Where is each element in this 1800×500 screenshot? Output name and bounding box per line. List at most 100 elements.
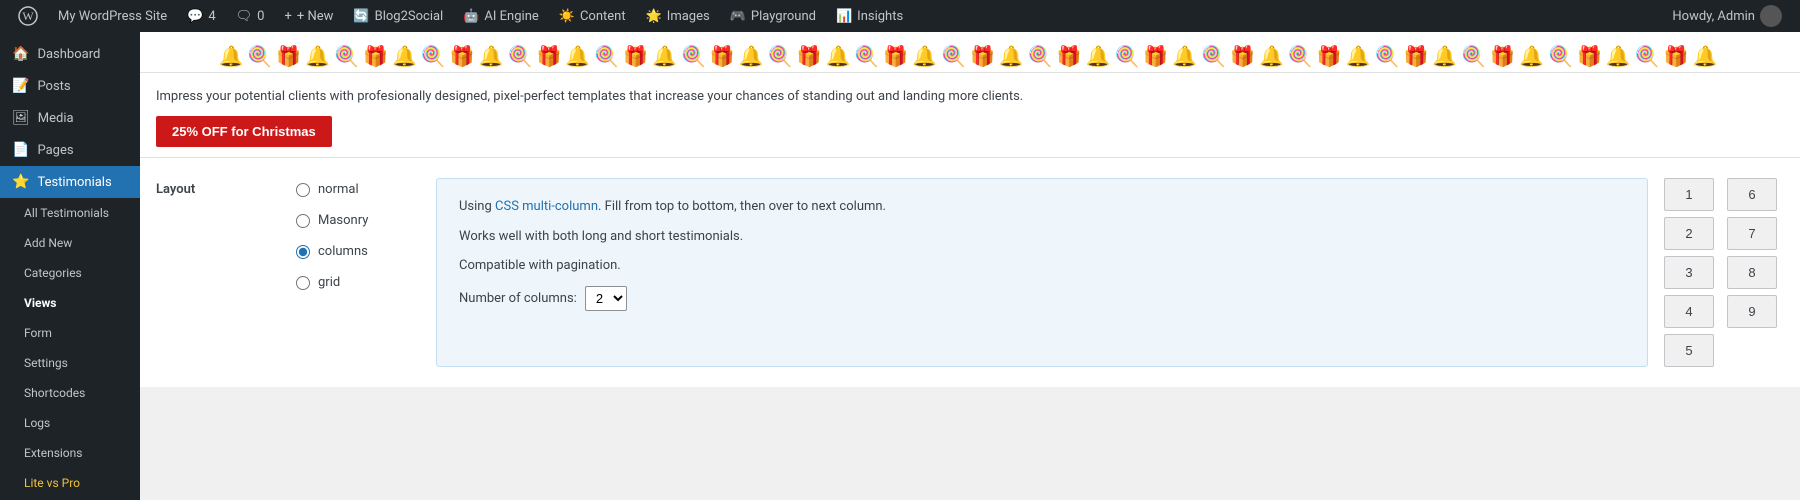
sidebar: 🏠 Dashboard 📝 Posts 🖼 Media 📄 Pages ⭐ Te… — [0, 32, 140, 500]
sidebar-item-settings[interactable]: Settings — [0, 348, 140, 378]
radio-columns[interactable] — [296, 245, 310, 259]
posts-label: Posts — [37, 79, 70, 94]
media-icon: 🖼 — [12, 110, 30, 126]
col-btn-1[interactable]: 1 — [1664, 178, 1714, 211]
blog2social-icon: 🔄 — [353, 9, 369, 24]
content-label: Content — [580, 9, 626, 24]
plus-icon: + — [284, 9, 291, 24]
insights-icon: 📊 — [836, 9, 852, 24]
blog2social-label: Blog2Social — [375, 9, 444, 24]
desc-line1-post: . Fill from top to bottom, then over to … — [598, 199, 886, 214]
layout-label: Layout — [156, 178, 276, 367]
col-btn-3[interactable]: 3 — [1664, 256, 1714, 289]
dashboard-label: Dashboard — [37, 47, 100, 62]
christmas-button[interactable]: 25% OFF for Christmas — [156, 116, 332, 147]
col-btn-6[interactable]: 6 — [1727, 178, 1777, 211]
wp-logo[interactable]: W — [8, 6, 48, 26]
radio-normal[interactable] — [296, 183, 310, 197]
desc-line1-pre: Using — [459, 199, 495, 214]
sidebar-item-all-testimonials[interactable]: All Testimonials — [0, 198, 140, 228]
new-label: + New — [297, 9, 334, 24]
images-icon: 🌟 — [646, 9, 662, 24]
ai-engine-icon: 🤖 — [463, 9, 479, 24]
images-menu[interactable]: 🌟 Images — [636, 0, 720, 32]
radio-grid[interactable] — [296, 276, 310, 290]
media-label: Media — [38, 111, 74, 126]
form-label: Form — [24, 326, 52, 340]
testimonials-icon: ⭐ — [12, 174, 29, 190]
categories-label: Categories — [24, 266, 82, 280]
posts-icon: 📝 — [12, 78, 29, 94]
desc-line3: Compatible with pagination. — [459, 256, 1625, 276]
pages-label: Pages — [37, 143, 73, 158]
main-content: 🔔🍭🎁🔔🍭🎁🔔🍭🎁🔔🍭🎁🔔🍭🎁🔔🍭🎁🔔🍭🎁🔔🍭🎁🔔🍭🎁🔔🍭🎁🔔🍭🎁🔔🍭🎁🔔🍭🎁🔔… — [140, 32, 1800, 500]
column-buttons: 1 6 2 7 3 8 4 9 5 — [1664, 178, 1784, 367]
sidebar-item-form[interactable]: Form — [0, 318, 140, 348]
lite-vs-pro-label: Lite vs Pro — [24, 476, 80, 490]
layout-section: Layout normal Masonry columns — [140, 157, 1800, 387]
css-multi-column-link[interactable]: CSS multi-column — [495, 199, 598, 214]
sidebar-item-extensions[interactable]: Extensions — [0, 438, 140, 468]
sidebar-item-testimonials[interactable]: ⭐ Testimonials — [0, 166, 140, 198]
label-masonry: Masonry — [318, 213, 368, 228]
desc-line1: Using CSS multi-column. Fill from top to… — [459, 197, 1625, 217]
sidebar-item-logs[interactable]: Logs — [0, 408, 140, 438]
blog2social-menu[interactable]: 🔄 Blog2Social — [343, 0, 453, 32]
comment-count: 4 — [208, 9, 215, 24]
sidebar-item-categories[interactable]: Categories — [0, 258, 140, 288]
sidebar-item-media[interactable]: 🖼 Media — [0, 102, 140, 134]
label-grid: grid — [318, 275, 340, 290]
sidebar-item-views[interactable]: Views — [0, 288, 140, 318]
layout-option-grid[interactable]: grid — [296, 275, 416, 290]
sidebar-item-dashboard[interactable]: 🏠 Dashboard — [0, 38, 140, 70]
site-name[interactable]: My WordPress Site — [48, 0, 177, 32]
label-normal: normal — [318, 182, 359, 197]
num-columns-row: Number of columns: 1 2 3 4 5 6 — [459, 286, 1625, 311]
col-btn-5[interactable]: 5 — [1664, 334, 1714, 367]
pages-icon: 📄 — [12, 142, 29, 158]
christmas-text-row: Impress your potential clients with prof… — [140, 73, 1800, 157]
comment-count2[interactable]: 🗨 0 — [226, 0, 275, 32]
insights-label: Insights — [857, 9, 903, 24]
howdy-text: Howdy, Admin — [1672, 9, 1755, 24]
testimonials-label: Testimonials — [37, 175, 111, 190]
label-columns: columns — [318, 244, 368, 259]
layout-option-columns[interactable]: columns — [296, 244, 416, 259]
sidebar-item-shortcodes[interactable]: Shortcodes — [0, 378, 140, 408]
content-icon: ☀️ — [559, 9, 575, 24]
sidebar-item-add-new[interactable]: Add New — [0, 228, 140, 258]
col-btn-7[interactable]: 7 — [1727, 217, 1777, 250]
col-btn-8[interactable]: 8 — [1727, 256, 1777, 289]
comments-link[interactable]: 💬 4 — [177, 0, 226, 32]
num-columns-select[interactable]: 1 2 3 4 5 6 — [585, 286, 627, 311]
desc-line2: Works well with both long and short test… — [459, 227, 1625, 247]
site-name-label: My WordPress Site — [58, 9, 167, 24]
settings-label: Settings — [24, 356, 68, 370]
layout-options: normal Masonry columns grid — [276, 178, 436, 367]
layout-description: Using CSS multi-column. Fill from top to… — [436, 178, 1648, 367]
images-label: Images — [667, 9, 710, 24]
col-btn-2[interactable]: 2 — [1664, 217, 1714, 250]
num-columns-label: Number of columns: — [459, 291, 577, 306]
sidebar-item-posts[interactable]: 📝 Posts — [0, 70, 140, 102]
christmas-description: Impress your potential clients with prof… — [156, 89, 1784, 104]
sidebar-item-pages[interactable]: 📄 Pages — [0, 134, 140, 166]
sidebar-item-lite-vs-pro[interactable]: Lite vs Pro — [0, 468, 140, 498]
logs-label: Logs — [24, 416, 50, 430]
layout-option-normal[interactable]: normal — [296, 182, 416, 197]
playground-icon: 🎮 — [730, 9, 746, 24]
ai-engine-label: AI Engine — [484, 9, 538, 24]
playground-menu[interactable]: 🎮 Playground — [720, 0, 826, 32]
content-menu[interactable]: ☀️ Content — [549, 0, 636, 32]
new-button[interactable]: + + New — [274, 0, 343, 32]
xmas-icons-top: 🔔🍭🎁🔔🍭🎁🔔🍭🎁🔔🍭🎁🔔🍭🎁🔔🍭🎁🔔🍭🎁🔔🍭🎁🔔🍭🎁🔔🍭🎁🔔🍭🎁🔔🍭🎁🔔🍭🎁🔔… — [156, 40, 1784, 72]
layout-option-masonry[interactable]: Masonry — [296, 213, 416, 228]
insights-menu[interactable]: 📊 Insights — [826, 0, 913, 32]
playground-label: Playground — [751, 9, 816, 24]
extensions-label: Extensions — [24, 446, 82, 460]
add-new-label: Add New — [24, 236, 72, 250]
ai-engine-menu[interactable]: 🤖 AI Engine — [453, 0, 549, 32]
col-btn-4[interactable]: 4 — [1664, 295, 1714, 328]
col-btn-9[interactable]: 9 — [1727, 295, 1777, 328]
radio-masonry[interactable] — [296, 214, 310, 228]
